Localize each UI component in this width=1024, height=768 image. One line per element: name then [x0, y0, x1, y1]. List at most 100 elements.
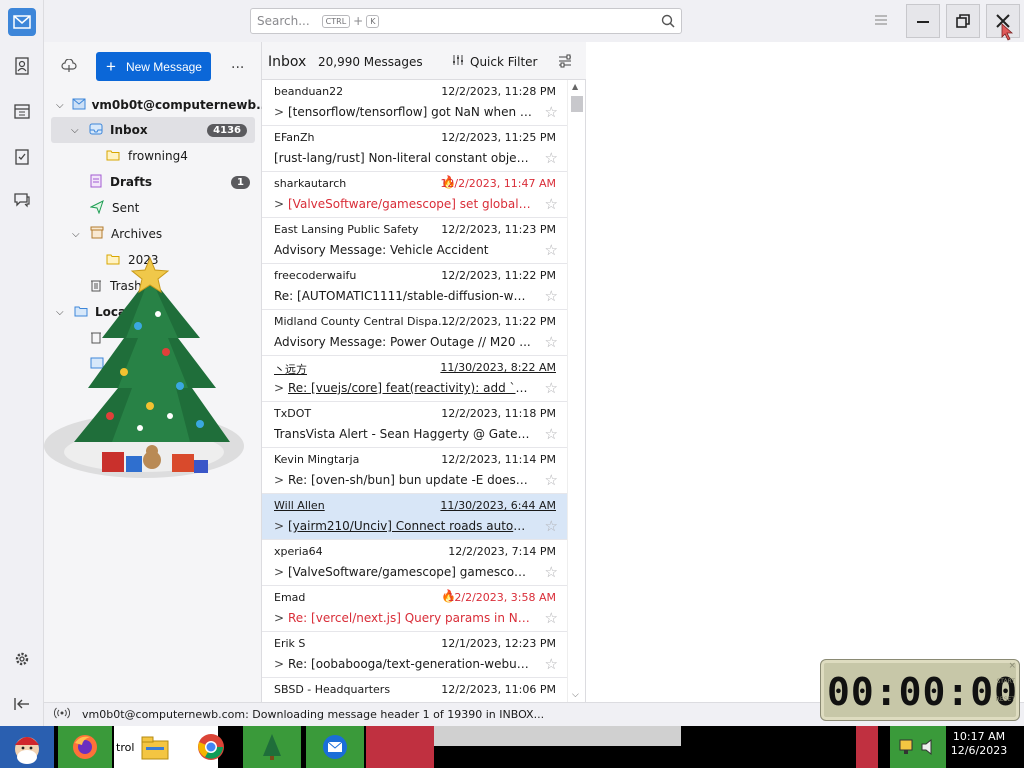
message-date: 12/2/2023, 11:28 PM [441, 85, 556, 98]
thunderbird-taskbar-button[interactable] [306, 726, 364, 768]
message-sender: xperia64 [274, 545, 323, 558]
more-menu-button[interactable]: ... [231, 56, 244, 72]
message-row[interactable]: EFanZh 12/2/2023, 11:25 PM [rust-lang/rust… [262, 126, 568, 172]
app-menu-icon[interactable] [874, 13, 888, 30]
mail-icon[interactable] [8, 8, 36, 36]
firefox-icon [73, 735, 97, 759]
message-row[interactable]: Midland County Central Dispat... 12/2/202… [262, 310, 568, 356]
folder-sent[interactable]: Sent [44, 195, 262, 221]
chat-icon[interactable] [8, 186, 36, 214]
tasks-icon[interactable] [8, 142, 36, 170]
thread-chevron-icon[interactable]: > [274, 473, 288, 487]
message-row[interactable]: Erik S 12/1/2023, 12:23 PM > Re: [oobabooga… [262, 632, 568, 678]
quick-filter-button[interactable]: Quick Filter [470, 55, 537, 69]
star-icon[interactable]: ☆ [545, 333, 558, 351]
christmas-tree-icon [263, 734, 281, 760]
sent-label: Sent [112, 201, 140, 215]
account-row[interactable]: ⌵ vm0b0t@computernewb... [44, 92, 270, 118]
chevron-down-icon[interactable]: ⌵ [56, 100, 64, 111]
calendar-icon[interactable] [8, 97, 36, 125]
new-message-button[interactable]: + New Message [96, 52, 211, 81]
star-icon[interactable]: ☆ [545, 379, 558, 397]
star-icon[interactable]: ☆ [545, 517, 558, 535]
scrollbar-thumb[interactable] [571, 96, 583, 112]
message-subject: > [ValveSoftware/gamescope] gamescope... [274, 565, 532, 579]
message-list-scrollbar[interactable]: ▲ ⌵ [567, 80, 585, 702]
thread-chevron-icon[interactable]: > [274, 565, 288, 579]
taskbar-tray-marker [856, 726, 878, 768]
star-icon[interactable]: ☆ [545, 425, 558, 443]
firefox-taskbar-button[interactable] [58, 726, 112, 768]
thread-chevron-icon[interactable]: > [274, 657, 288, 671]
system-tray[interactable] [890, 726, 946, 768]
chevron-down-icon[interactable]: ⌵ [72, 229, 82, 240]
message-row[interactable]: sharkautarch 🔥 12/2/2023, 11:47 AM > [ValveS… [262, 172, 568, 218]
message-row[interactable]: 丶远方 11/30/2023, 8:22 AM > Re: [vuejs/core] … [262, 356, 568, 402]
folder-frowning4[interactable]: frowning4 [44, 143, 262, 169]
message-row[interactable]: East Lansing Public Safety 12/2/2023, 11:… [262, 218, 568, 264]
message-row[interactable]: Kevin Mingtarja 12/2/2023, 11:14 PM > Re: [… [262, 448, 568, 494]
star-icon[interactable]: ☆ [545, 655, 558, 673]
mouse-cursor-icon [1001, 23, 1014, 41]
stopwatch-start-button[interactable]: START [996, 678, 1015, 685]
star-icon[interactable]: ☆ [545, 103, 558, 121]
message-sender: East Lansing Public Safety [274, 223, 419, 236]
star-icon[interactable]: ☆ [545, 195, 558, 213]
taskbar-extra-button[interactable] [366, 726, 434, 768]
stopwatch-close-icon[interactable]: × [1008, 661, 1016, 671]
chevron-down-icon[interactable]: ⌵ [71, 125, 81, 136]
message-preview-pane [586, 42, 1024, 702]
message-subject: > Re: [vuejs/core] feat(reactivity): add … [274, 381, 532, 395]
scroll-down-icon[interactable]: ⌵ [572, 690, 579, 700]
message-row[interactable]: Will Allen 11/30/2023, 6:44 AM > [yairm210/… [262, 494, 568, 540]
message-sender: Will Allen [274, 499, 325, 512]
star-icon[interactable]: ☆ [545, 471, 558, 489]
message-row[interactable]: xperia64 12/2/2023, 7:14 PM > [ValveSoftwar… [262, 540, 568, 586]
folder-archives[interactable]: ⌵ Archives [44, 221, 262, 247]
get-messages-icon[interactable] [61, 58, 77, 76]
thread-chevron-icon[interactable]: > [274, 105, 288, 119]
folder-drafts[interactable]: Drafts 1 [44, 169, 262, 195]
message-row[interactable]: Emad 🔥 12/2/2023, 3:58 AM > Re: [vercel/next… [262, 586, 568, 632]
search-icon[interactable] [661, 14, 675, 31]
thread-chevron-icon[interactable]: > [274, 519, 288, 533]
scroll-up-icon[interactable]: ▲ [572, 82, 578, 91]
settings-gear-icon[interactable] [8, 645, 36, 673]
tree-taskbar-button[interactable] [243, 726, 301, 768]
restore-button[interactable] [946, 4, 980, 38]
close-button[interactable] [986, 4, 1020, 41]
thread-chevron-icon[interactable]: > [274, 611, 288, 625]
start-button[interactable] [0, 726, 54, 768]
file-explorer-icon [141, 736, 169, 760]
message-subject-text: Re: [AUTOMATIC1111/stable-diffusion-web.… [274, 289, 532, 303]
archive-icon [90, 226, 104, 242]
display-options-icon[interactable] [558, 54, 572, 71]
message-row[interactable]: beanduan22 12/2/2023, 11:28 PM > [tensorflo… [262, 80, 568, 126]
drafts-count-badge: 1 [231, 175, 250, 189]
message-row[interactable]: TxDOT 12/2/2023, 11:18 PM TransVista Alert… [262, 402, 568, 448]
message-date: 12/2/2023, 3:58 AM [447, 591, 556, 604]
thread-pane: Inbox 20,990 Messages Quick Filter beand… [262, 42, 586, 724]
message-sender: Emad [274, 591, 306, 604]
minimize-icon [917, 21, 929, 23]
chrome-taskbar-button[interactable] [188, 726, 234, 768]
search-input[interactable]: Search... CTRL + K [250, 8, 682, 34]
collapse-spaces-icon[interactable] [8, 690, 36, 718]
minimize-button[interactable] [906, 4, 940, 38]
folder-inbox[interactable]: ⌵ Inbox 4136 [51, 117, 255, 143]
filter-sliders-icon[interactable] [452, 54, 464, 69]
star-icon[interactable]: ☆ [545, 609, 558, 627]
address-book-icon[interactable] [8, 52, 36, 80]
taskbar-clock[interactable]: 10:17 AM 12/6/2023 [948, 730, 1010, 758]
stopwatch-reset-button[interactable]: RESET [996, 696, 1015, 703]
message-row[interactable]: freecoderwaifu 12/2/2023, 11:22 PM Re: [AU… [262, 264, 568, 310]
stopwatch-widget[interactable]: 00:00:00 START RESET × [820, 659, 1020, 721]
message-count: 20,990 Messages [318, 55, 423, 69]
star-icon[interactable]: ☆ [545, 563, 558, 581]
star-icon[interactable]: ☆ [545, 287, 558, 305]
thread-chevron-icon[interactable]: > [274, 197, 288, 211]
star-icon[interactable]: ☆ [545, 149, 558, 167]
thread-chevron-icon[interactable]: > [274, 381, 288, 395]
message-date: 12/2/2023, 11:06 PM [441, 683, 556, 696]
star-icon[interactable]: ☆ [545, 241, 558, 259]
